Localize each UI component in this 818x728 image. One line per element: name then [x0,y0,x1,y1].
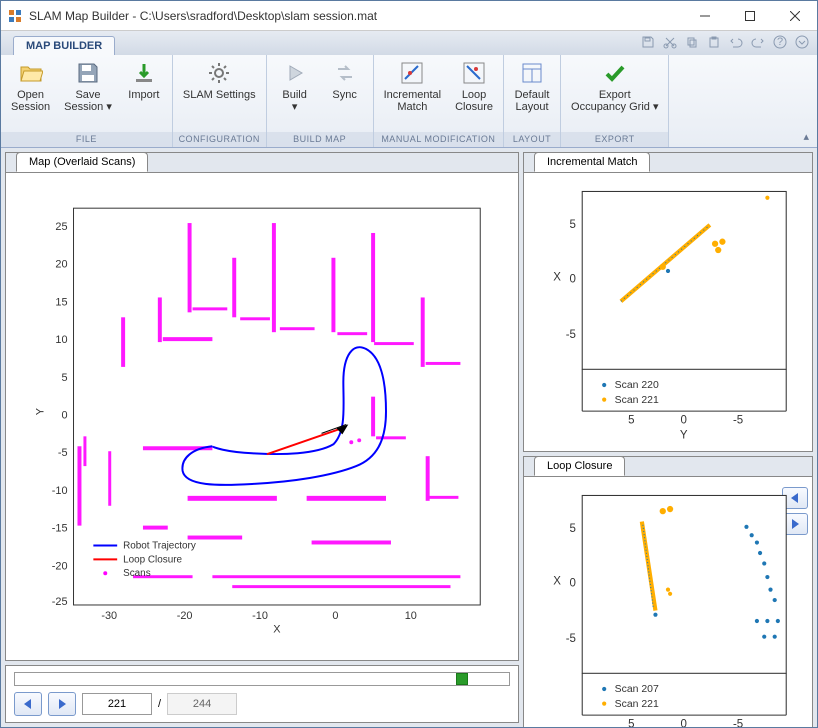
svg-text:?: ? [777,36,783,48]
window-title: SLAM Map Builder - C:\Users\sradford\Des… [29,9,682,23]
frame-slider[interactable] [14,672,510,686]
slam-settings-button[interactable]: SLAM Settings [177,57,262,132]
sync-button[interactable]: Sync [321,57,369,132]
default-layout-button[interactable]: Default Layout [508,57,556,132]
layout-icon [520,61,544,85]
prev-frame-button[interactable] [14,692,42,716]
close-button[interactable] [772,1,817,30]
svg-text:0: 0 [332,610,338,622]
copy-icon[interactable] [683,33,701,51]
loop-closure-panel: Loop Closure 5 0 -5 X 5 0 [523,456,813,727]
loop-closure-chart[interactable]: 5 0 -5 X 5 0 -5 Y [532,485,804,727]
svg-text:Scans: Scans [123,568,151,579]
frame-separator: / [158,698,161,710]
loop-closure-panel-tab[interactable]: Loop Closure [534,456,625,476]
map-panel-tab[interactable]: Map (Overlaid Scans) [16,152,148,172]
group-file-label: FILE [1,132,172,147]
incremental-match-button[interactable]: Incremental Match [378,57,447,132]
next-frame-button[interactable] [48,692,76,716]
svg-text:Y: Y [35,407,47,415]
svg-text:Scan 221: Scan 221 [615,698,659,709]
open-session-button[interactable]: Open Session [5,57,56,132]
svg-text:X: X [553,271,561,283]
frame-controls: / 244 [5,665,519,723]
map-chart[interactable]: -30 -20 -10 0 10 X 25 20 15 10 [14,181,510,652]
svg-text:5: 5 [570,523,576,535]
svg-text:Scan 220: Scan 220 [615,380,659,391]
folder-open-icon [19,61,43,85]
collapse-ribbon-button[interactable]: ▴ [803,130,809,143]
checkmark-icon [603,61,627,85]
save-session-button[interactable]: Save Session ▾ [58,57,118,132]
svg-text:15: 15 [55,296,67,308]
svg-text:-25: -25 [52,596,68,608]
svg-text:25: 25 [55,221,67,233]
svg-text:Loop Closure: Loop Closure [123,554,182,565]
svg-text:0: 0 [570,577,576,589]
svg-text:Scan 207: Scan 207 [615,684,659,695]
svg-text:20: 20 [55,259,67,271]
save-icon[interactable] [639,33,657,51]
minimize-button[interactable] [682,1,727,30]
svg-text:5: 5 [628,718,634,727]
svg-text:-10: -10 [52,485,68,497]
inc-match-chart[interactable]: 5 0 -5 X 5 0 -5 Y [532,181,804,443]
sync-icon [333,61,357,85]
svg-text:-5: -5 [733,415,743,427]
cut-icon[interactable] [661,33,679,51]
svg-text:-15: -15 [52,523,68,535]
titlebar: SLAM Map Builder - C:\Users\sradford\Des… [1,1,817,31]
redo-icon[interactable] [749,33,767,51]
svg-text:-30: -30 [101,610,117,622]
loop-closure-icon [462,61,486,85]
import-button[interactable]: Import [120,57,168,132]
play-icon [283,61,307,85]
svg-text:5: 5 [61,372,67,384]
svg-text:10: 10 [55,334,67,346]
maximize-button[interactable] [727,1,772,30]
svg-text:-5: -5 [566,329,576,341]
loop-closure-button[interactable]: Loop Closure [449,57,499,132]
svg-text:-20: -20 [52,560,68,572]
floppy-icon [76,61,100,85]
tab-map-builder[interactable]: MAP BUILDER [13,36,115,55]
svg-text:0: 0 [680,718,686,727]
more-icon[interactable] [793,33,811,51]
current-frame-input[interactable] [82,693,152,715]
total-frames-display: 244 [167,693,237,715]
svg-text:-5: -5 [733,718,743,727]
svg-text:0: 0 [570,273,576,285]
svg-text:0: 0 [680,415,686,427]
import-icon [132,61,156,85]
build-button[interactable]: Build▾ [271,57,319,132]
svg-text:Scan 221: Scan 221 [615,395,659,406]
gear-icon [207,61,231,85]
svg-text:-5: -5 [566,632,576,644]
inc-match-panel-tab[interactable]: Incremental Match [534,152,650,172]
ribbon-tabstrip: MAP BUILDER ? [1,31,817,55]
undo-icon[interactable] [727,33,745,51]
export-occupancy-grid-button[interactable]: Export Occupancy Grid ▾ [565,57,664,132]
help-icon[interactable]: ? [771,33,789,51]
svg-text:-5: -5 [58,447,68,459]
svg-text:X: X [273,624,281,636]
app-icon [7,8,23,24]
svg-text:5: 5 [570,219,576,231]
ribbon: Open Session Save Session ▾ Import FILE … [1,55,817,148]
map-panel: Map (Overlaid Scans) -30 -20 -10 0 10 X [5,152,519,661]
svg-text:5: 5 [628,415,634,427]
svg-text:X: X [553,575,561,587]
svg-text:10: 10 [405,610,417,622]
incremental-match-panel: Incremental Match 5 0 -5 X 5 0 -5 Y [523,152,813,452]
svg-text:0: 0 [61,409,67,421]
svg-text:Y: Y [680,429,688,441]
inc-match-icon [400,61,424,85]
svg-text:-20: -20 [177,610,193,622]
paste-icon[interactable] [705,33,723,51]
svg-text:-10: -10 [252,610,268,622]
svg-text:Robot Trajectory: Robot Trajectory [123,540,196,551]
